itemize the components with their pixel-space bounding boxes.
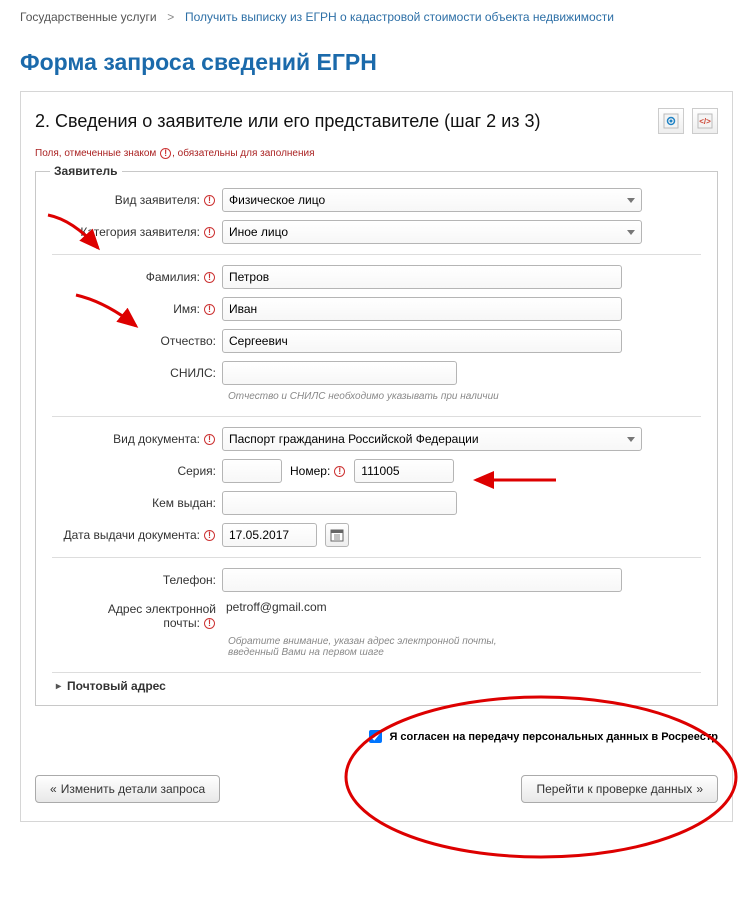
back-button[interactable]: « Изменить детали запроса <box>35 775 220 803</box>
breadcrumb-sep: > <box>164 10 178 24</box>
svg-text:</>: </> <box>699 117 711 126</box>
name-hint: Отчество и СНИЛС необходимо указывать пр… <box>228 389 701 410</box>
breadcrumb-root: Государственные услуги <box>20 10 157 24</box>
applicant-type-select[interactable]: Физическое лицо <box>222 188 642 212</box>
issued-by-input[interactable] <box>229 496 450 510</box>
required-mark-icon: ! <box>204 618 215 629</box>
email-hint: Обратите внимание, указан адрес электрон… <box>228 634 548 666</box>
applicant-fieldset: Заявитель Вид заявителя:! Физическое лиц… <box>35 171 718 706</box>
breadcrumb-link[interactable]: Получить выписку из ЕГРН о кадастровой с… <box>185 10 614 24</box>
doc-type-select[interactable]: Паспорт гражданина Российской Федерации <box>222 427 642 451</box>
preview-icon[interactable] <box>658 108 684 134</box>
fieldset-legend: Заявитель <box>50 164 122 178</box>
required-mark-icon: ! <box>204 227 215 238</box>
series-input[interactable] <box>229 464 275 478</box>
code-icon[interactable]: </> <box>692 108 718 134</box>
consent-row: Я согласен на передачу персональных данн… <box>35 722 718 771</box>
chevron-left-icon: « <box>50 782 57 796</box>
required-mark-icon: ! <box>204 530 215 541</box>
chevron-down-icon <box>627 198 635 203</box>
chevron-down-icon <box>627 437 635 442</box>
calendar-button[interactable] <box>325 523 349 547</box>
name-input[interactable] <box>229 302 615 316</box>
required-mark-icon: ! <box>204 272 215 283</box>
step-title: 2. Сведения о заявителе или его представ… <box>35 111 541 132</box>
chevron-down-icon <box>627 230 635 235</box>
applicant-category-select[interactable]: Иное лицо <box>222 220 642 244</box>
consent-checkbox[interactable] <box>369 730 382 743</box>
required-note: Поля, отмеченные знаком !, обязательны д… <box>35 148 718 159</box>
patronymic-input[interactable] <box>229 334 615 348</box>
chevron-right-icon: » <box>696 782 703 796</box>
snils-input[interactable] <box>229 366 450 380</box>
breadcrumb: Государственные услуги > Получить выписк… <box>20 10 733 24</box>
required-mark-icon: ! <box>204 434 215 445</box>
phone-input[interactable] <box>229 573 615 587</box>
calendar-icon <box>330 528 344 542</box>
required-mark-icon: ! <box>160 148 171 159</box>
page-title: Форма запроса сведений ЕГРН <box>20 49 733 76</box>
required-mark-icon: ! <box>334 466 345 477</box>
required-mark-icon: ! <box>204 304 215 315</box>
consent-label[interactable]: Я согласен на передачу персональных данн… <box>369 731 718 743</box>
required-mark-icon: ! <box>204 195 215 206</box>
email-value: petroff@gmail.com <box>226 600 327 614</box>
postal-address-toggle[interactable]: Почтовый адрес <box>52 672 701 693</box>
surname-input[interactable] <box>229 270 615 284</box>
issue-date-input[interactable] <box>229 528 310 542</box>
forward-button[interactable]: Перейти к проверке данных » <box>521 775 718 803</box>
number-input[interactable] <box>361 464 447 478</box>
form-panel: 2. Сведения о заявителе или его представ… <box>20 91 733 822</box>
